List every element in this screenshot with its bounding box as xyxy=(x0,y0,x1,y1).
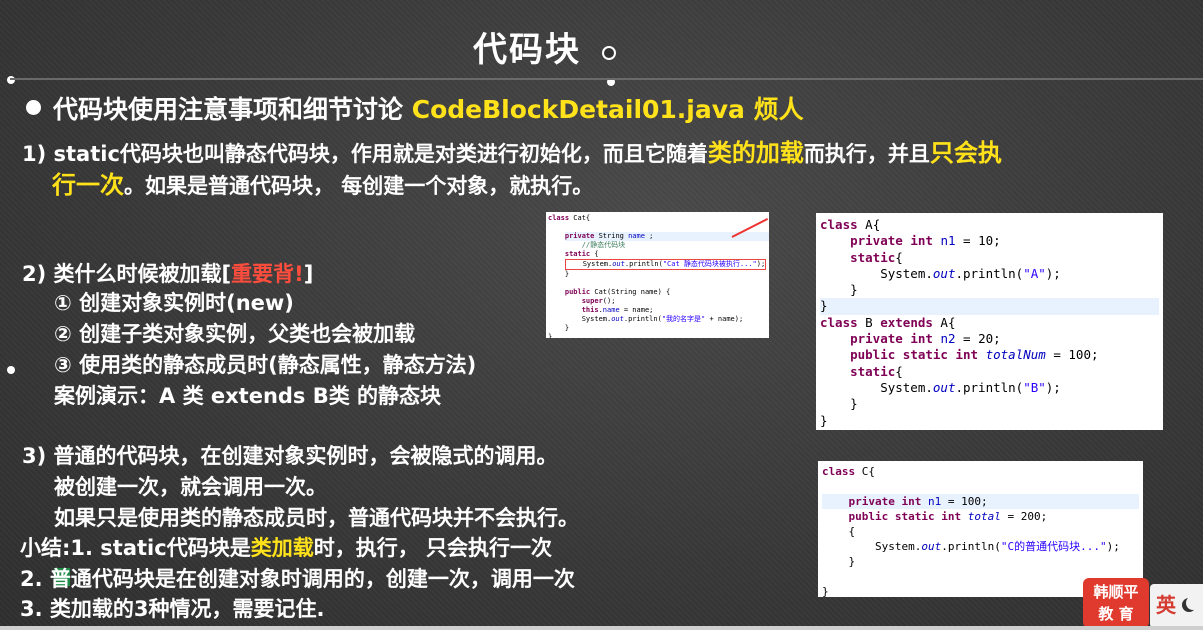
code-screenshot-class-a-b: class A{ private int n1 = 10; static{ Sy… xyxy=(816,213,1163,430)
point3-line2: 被创建一次，就会调用一次。 xyxy=(54,475,327,499)
point2-item1: ① 创建对象实例时(new) xyxy=(54,291,294,315)
code-cat-text: class Cat{ private String name ; //静态代码块… xyxy=(548,214,769,338)
point2-item3: ③ 使用类的静态成员时(静态属性，静态方法) xyxy=(54,353,477,377)
brand-logo: 韩顺平 教 育 xyxy=(1083,578,1149,628)
summary-line1: 小结:1. static代码块是类加载时，执行， 只会执行一次 xyxy=(20,536,553,560)
page-title: 代码块 xyxy=(473,30,581,70)
bullet-icon xyxy=(26,100,41,115)
point2-heading: 2) 类什么时候被加载[重要背!] xyxy=(22,262,314,286)
point1-line2: 行一次。如果是普通代码块， 每创建一个对象，就执行。 xyxy=(52,171,594,199)
summary-line2: 2. 普通代码块是在创建对象时调用的，创建一次，调用一次 xyxy=(20,567,575,591)
bottom-bar xyxy=(0,626,1203,630)
code-screenshot-cat: class Cat{ private String name ; //静态代码块… xyxy=(546,212,769,338)
code-screenshot-class-c: class C{ private int n1 = 100; public st… xyxy=(818,461,1143,597)
heading-filename: CodeBlockDetail01.java 烦人 xyxy=(411,95,804,124)
divider xyxy=(10,78,1203,80)
point1-line1: 1) static代码块也叫静态代码块，作用就是对类进行初始化，而且它随着类的加… xyxy=(22,139,1002,167)
code-ab-text: class A{ private int n1 = 10; static{ Sy… xyxy=(820,217,1159,429)
point3-line3: 如果只是使用类的静态成员时，普通代码块并不会执行。 xyxy=(54,506,579,530)
summary-line3: 3. 类加载的3种情况，需要记住. xyxy=(20,597,325,621)
slide-marker-dot xyxy=(7,366,15,374)
point2-item2: ② 创建子类对象实例，父类也会被加载 xyxy=(54,322,416,346)
slide-background: 代码块 代码块使用注意事项和细节讨论 CodeBlockDetail01.jav… xyxy=(0,0,1203,630)
mouse-cursor-icon xyxy=(602,46,616,60)
heading-text: 代码块使用注意事项和细节讨论 xyxy=(53,95,404,124)
section-heading: 代码块使用注意事项和细节讨论 CodeBlockDetail01.java 烦人 xyxy=(26,90,804,126)
moon-icon[interactable] xyxy=(1186,596,1200,610)
point3-line1: 3) 普通的代码块，在创建对象实例时，会被隐式的调用。 xyxy=(22,444,558,468)
ime-label[interactable]: 英 xyxy=(1156,593,1176,617)
point2-demo: 案例演示：A 类 extends B类 的静态块 xyxy=(54,384,442,408)
